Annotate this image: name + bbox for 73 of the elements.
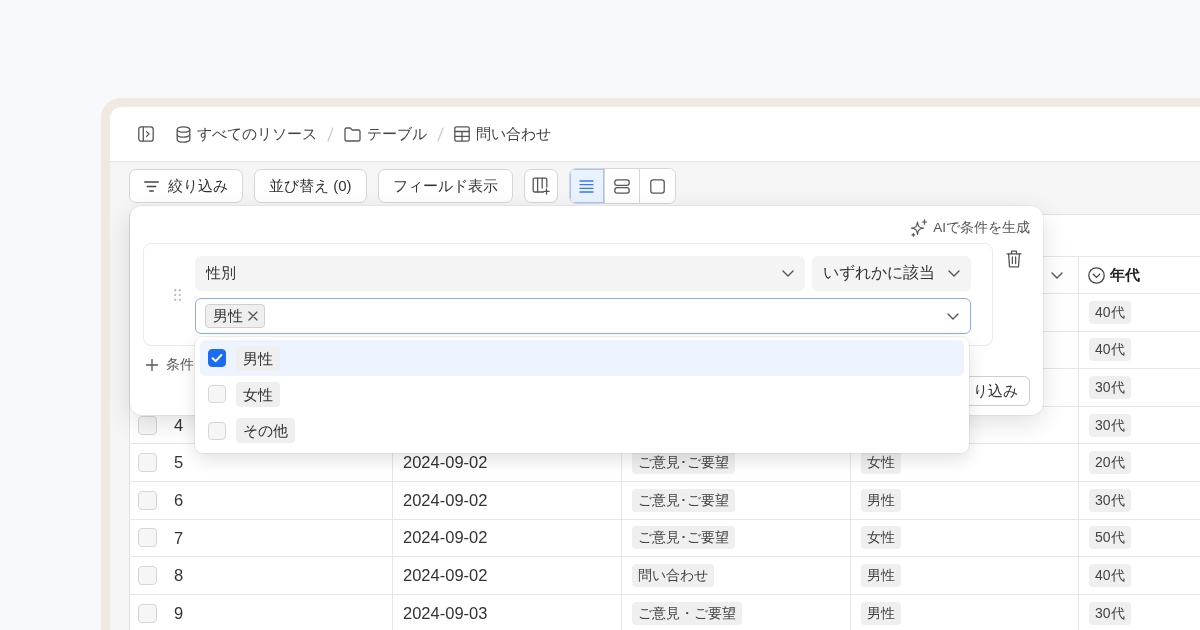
table-icon <box>454 126 470 142</box>
cell-tag: ご意見･ご要望 <box>632 526 735 550</box>
cell-tag: 50代 <box>1089 526 1131 550</box>
cell-text: 2024-09-02 <box>403 528 488 548</box>
sidebar-toggle-icon[interactable] <box>138 126 154 142</box>
option-item[interactable]: その他 <box>200 412 964 449</box>
cell-tag: 男性 <box>861 563 901 587</box>
breadcrumb-link[interactable]: テーブル <box>344 124 427 144</box>
field-select[interactable]: 性別 <box>195 256 805 291</box>
cell-tag: 女性 <box>861 451 901 475</box>
close-icon[interactable] <box>248 311 258 321</box>
value-select[interactable]: 男性 <box>195 298 971 334</box>
drag-handle-icon[interactable] <box>174 289 181 301</box>
row-number: 5 <box>174 454 184 471</box>
cell-tag: 20代 <box>1089 451 1131 475</box>
cell-tag: ご意見･ご要望 <box>632 451 735 475</box>
cell-tag: 問い合わせ <box>632 563 714 587</box>
database-icon <box>176 125 191 143</box>
option-tag: 女性 <box>236 381 280 407</box>
row-number: 7 <box>174 529 184 547</box>
cell-tag: 40代 <box>1089 338 1131 362</box>
tag-label: 男性 <box>213 306 243 326</box>
option-item[interactable]: 男性 <box>200 340 964 377</box>
cell-tag: 30代 <box>1089 488 1131 512</box>
cell-tag: 男性 <box>861 601 901 625</box>
cell-tag: 30代 <box>1089 601 1131 625</box>
add-condition-button[interactable]: 条件 <box>143 356 194 374</box>
ai-generate-button[interactable]: AIで条件を生成 <box>910 217 1030 239</box>
breadcrumb-link[interactable]: 問い合わせ <box>454 124 551 144</box>
option-tag: 男性 <box>236 345 280 371</box>
cell-tag: ご意見･ご要望 <box>632 488 735 512</box>
plus-icon <box>146 359 158 371</box>
folder-icon <box>344 126 361 142</box>
chevron-down-icon <box>782 270 794 277</box>
checkbox[interactable] <box>208 349 226 368</box>
cell-text: 2024-09-02 <box>403 453 488 473</box>
option-tag: その他 <box>236 418 295 444</box>
trash-icon[interactable] <box>1006 250 1022 268</box>
row-number: 9 <box>174 604 184 622</box>
cell-tag: ご意見・ご要望 <box>632 601 742 625</box>
cell-tag: 40代 <box>1089 563 1131 587</box>
cell-tag: 男性 <box>861 488 901 512</box>
option-item[interactable]: 女性 <box>200 376 964 413</box>
cell-tag: 40代 <box>1089 300 1131 324</box>
cell-tag: 女性 <box>861 526 901 550</box>
operator-select[interactable]: いずれかに該当 <box>812 256 971 291</box>
cell-text: 2024-09-02 <box>403 490 488 510</box>
cell-tag: 30代 <box>1089 376 1131 399</box>
filter-button[interactable]: 絞り込み <box>129 169 243 203</box>
toolbar-button[interactable]: フィールド表示 <box>377 169 513 203</box>
column-header[interactable]: 年代 <box>1110 265 1140 285</box>
row-number: 4 <box>174 416 184 434</box>
cell-tag: 30代 <box>1089 413 1131 437</box>
chevron-down-icon <box>1051 271 1063 279</box>
chevron-down-icon <box>948 270 960 277</box>
row-number: 8 <box>174 567 184 584</box>
row-number: 6 <box>174 492 184 509</box>
breadcrumb-separator <box>437 126 444 142</box>
view-mode-button[interactable] <box>569 169 605 203</box>
add-column-button[interactable] <box>523 169 558 203</box>
cell-text: 2024-09-02 <box>403 565 488 585</box>
sparkle-icon <box>910 219 929 237</box>
filter-icon <box>144 180 159 192</box>
toolbar-button[interactable]: 並び替え (0) <box>254 169 367 203</box>
cell-text: 2024-09-03 <box>403 603 488 623</box>
list-icon <box>579 179 594 193</box>
chevron-down-icon <box>947 312 959 320</box>
stacked-rows-icon <box>613 178 630 194</box>
breadcrumb-link[interactable]: すべてのリソース <box>176 124 317 144</box>
circle-chevron-icon[interactable] <box>1088 266 1105 284</box>
add-column-icon <box>531 177 550 195</box>
breadcrumb-separator <box>327 126 334 142</box>
square-icon <box>649 178 665 194</box>
